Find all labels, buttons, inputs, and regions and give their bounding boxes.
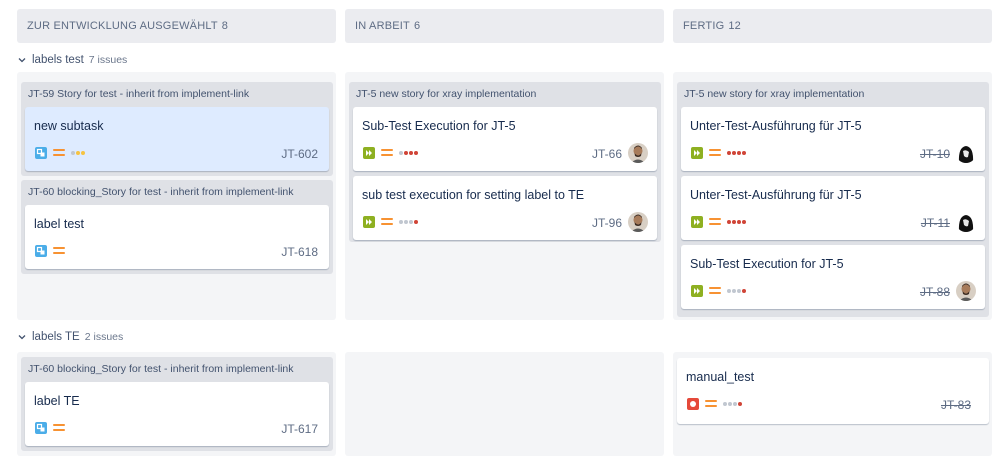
estimate-dots-icon <box>723 402 742 406</box>
medium-priority-icon <box>381 149 393 158</box>
medium-priority-icon <box>53 149 65 158</box>
card-summary: Unter-Test-Ausführung für JT-5 <box>690 119 862 133</box>
card-summary: label TE <box>34 394 80 408</box>
avatar[interactable] <box>956 143 976 163</box>
column-title: ZUR ENTWICKLUNG AUSGEWÄHLT <box>27 20 218 32</box>
column-header-in-progress: IN ARBEIT 6 <box>345 9 664 43</box>
swimlane-title: labels test <box>32 54 84 66</box>
issue-card[interactable]: Sub-Test Execution for JT-5 JT-66 <box>353 107 657 171</box>
issue-card[interactable]: Unter-Test-Ausführung für JT-5 JT-11 <box>681 176 985 240</box>
issue-key[interactable]: JT-83 <box>941 398 971 412</box>
card-summary: Sub-Test Execution for JT-5 <box>362 119 516 133</box>
test-execution-icon <box>691 216 703 228</box>
swimlane-issue-count: 7 issues <box>88 54 128 66</box>
swimlane-header-labels-test[interactable]: labels test 7 issues <box>17 54 127 66</box>
avatar[interactable] <box>956 212 976 232</box>
parent-issue-group: JT-5 new story for xray implementation S… <box>349 82 661 242</box>
medium-priority-icon <box>709 287 721 296</box>
issue-key[interactable]: JT-602 <box>281 147 318 161</box>
avatar[interactable] <box>628 212 648 232</box>
issue-card[interactable]: label TE JT-617 <box>25 382 329 446</box>
chevron-down-icon[interactable] <box>17 55 27 65</box>
test-execution-icon <box>363 147 375 159</box>
issue-card[interactable]: sub test execution for setting label to … <box>353 176 657 240</box>
column-title: IN ARBEIT <box>355 20 410 32</box>
issue-card[interactable]: manual_test JT-83 <box>677 358 989 424</box>
issue-card[interactable]: label test JT-618 <box>25 205 329 269</box>
test-execution-icon <box>691 147 703 159</box>
issue-card[interactable]: new subtask JT-602 <box>25 107 329 171</box>
column-count: 8 <box>221 20 229 32</box>
issue-card[interactable]: Sub-Test Execution for JT-5 JT-88 <box>681 245 985 309</box>
issue-key[interactable]: JT-617 <box>281 422 318 436</box>
issue-key[interactable]: JT-11 <box>921 216 950 230</box>
parent-issue-title[interactable]: JT-5 new story for xray implementation <box>356 88 536 100</box>
issue-key[interactable]: JT-88 <box>920 285 950 299</box>
avatar[interactable] <box>628 143 648 163</box>
test-execution-icon <box>363 216 375 228</box>
issue-key[interactable]: JT-618 <box>281 245 318 259</box>
card-summary: new subtask <box>34 119 104 133</box>
swimlane-issue-count: 2 issues <box>84 331 124 343</box>
issue-card[interactable]: Unter-Test-Ausführung für JT-5 JT-10 <box>681 107 985 171</box>
column-header-selected: ZUR ENTWICKLUNG AUSGEWÄHLT 8 <box>17 9 336 43</box>
chevron-down-icon[interactable] <box>17 332 27 342</box>
parent-issue-group: JT-5 new story for xray implementation U… <box>677 82 989 317</box>
card-summary: manual_test <box>686 370 755 384</box>
card-summary: Unter-Test-Ausführung für JT-5 <box>690 188 862 202</box>
swimlane-header-labels-te[interactable]: labels TE 2 issues <box>17 331 123 343</box>
parent-issue-title[interactable]: JT-5 new story for xray implementation <box>684 88 864 100</box>
subtask-icon <box>35 245 47 257</box>
card-summary: sub test execution for setting label to … <box>362 188 585 202</box>
estimate-dots-icon <box>399 220 418 224</box>
medium-priority-icon <box>381 218 393 227</box>
estimate-dots-icon <box>727 289 746 293</box>
estimate-dots-icon <box>399 151 418 155</box>
column-count: 6 <box>413 20 421 32</box>
swimlane-cell <box>345 352 664 456</box>
parent-issue-group: JT-60 blocking_Story for test - inherit … <box>21 357 333 451</box>
parent-issue-group: JT-60 blocking_Story for test - inherit … <box>21 180 333 274</box>
parent-issue-group: JT-59 Story for test - inherit from impl… <box>21 82 333 176</box>
medium-priority-icon <box>53 424 65 433</box>
parent-issue-title[interactable]: JT-60 blocking_Story for test - inherit … <box>28 363 294 375</box>
issue-key[interactable]: JT-66 <box>592 147 622 161</box>
medium-priority-icon <box>709 218 721 227</box>
column-title: FERTIG <box>683 20 725 32</box>
issue-key[interactable]: JT-96 <box>592 216 622 230</box>
subtask-icon <box>35 147 47 159</box>
parent-issue-title[interactable]: JT-60 blocking_Story for test - inherit … <box>28 186 294 198</box>
subtask-icon <box>35 422 47 434</box>
estimate-dots-icon <box>727 220 746 224</box>
card-summary: Sub-Test Execution for JT-5 <box>690 257 844 271</box>
estimate-dots-icon <box>71 151 85 155</box>
test-execution-icon <box>691 285 703 297</box>
medium-priority-icon <box>53 247 65 256</box>
swimlane-title: labels TE <box>32 331 80 343</box>
column-count: 12 <box>728 20 741 32</box>
bug-icon <box>687 398 699 410</box>
medium-priority-icon <box>709 149 721 158</box>
medium-priority-icon <box>705 400 717 409</box>
estimate-dots-icon <box>727 151 746 155</box>
parent-issue-title[interactable]: JT-59 Story for test - inherit from impl… <box>28 88 249 100</box>
avatar[interactable] <box>956 281 976 301</box>
card-summary: label test <box>34 217 85 231</box>
column-header-done: FERTIG 12 <box>673 9 992 43</box>
issue-key[interactable]: JT-10 <box>920 147 950 161</box>
